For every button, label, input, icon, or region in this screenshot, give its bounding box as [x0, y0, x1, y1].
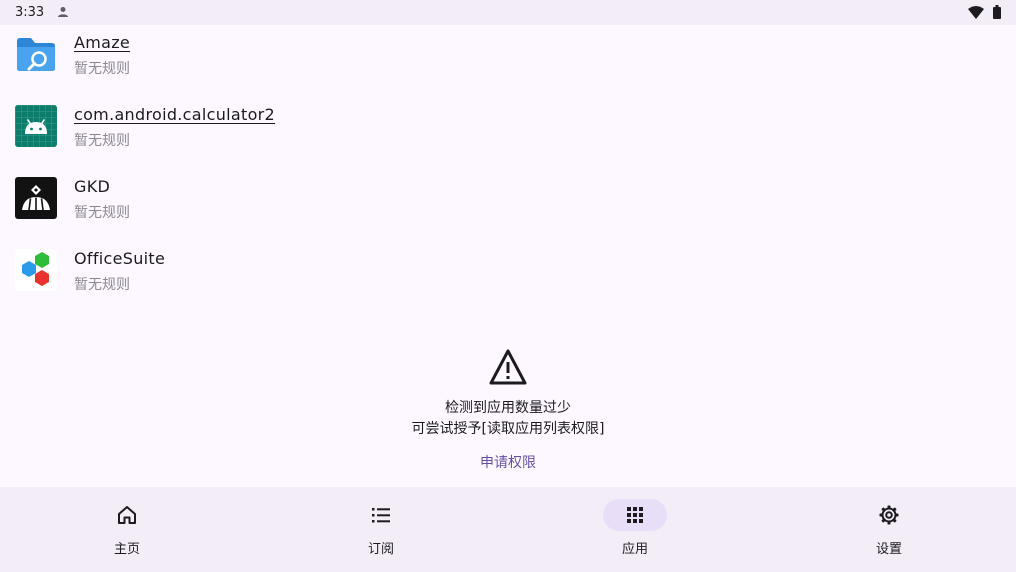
status-time: 3:33 — [15, 5, 45, 20]
app-item-officesuite[interactable]: OfficeSuite 暂无规则 — [0, 241, 1016, 313]
warning-hint: 可尝试授予[读取应用列表权限] — [411, 421, 605, 437]
app-rule-status: 暂无规则 — [74, 277, 130, 293]
nav-item-settings[interactable]: 设置 — [762, 487, 1016, 572]
bottom-navigation: 主页 订阅 应用 设置 — [0, 487, 1016, 572]
nav-label: 应用 — [621, 542, 648, 557]
request-permission-button[interactable]: 申请权限 — [458, 449, 558, 477]
nav-label: 主页 — [113, 542, 140, 557]
gear-icon — [877, 503, 901, 527]
app-name: OfficeSuite — [74, 249, 166, 268]
nav-label: 订阅 — [367, 542, 394, 557]
nav-item-home[interactable]: 主页 — [0, 487, 254, 572]
app-item-amaze[interactable]: Amaze 暂无规则 — [0, 25, 1016, 97]
app-rule-status: 暂无规则 — [74, 61, 130, 77]
app-rule-status: 暂无规则 — [74, 205, 130, 221]
battery-icon — [993, 5, 1001, 23]
list-icon — [369, 503, 393, 527]
grid-icon — [623, 503, 647, 527]
nav-item-apps[interactable]: 应用 — [508, 487, 762, 572]
app-item-calculator2[interactable]: com.android.calculator2 暂无规则 — [0, 97, 1016, 169]
warning-message: 检测到应用数量过少 — [445, 400, 571, 416]
wifi-icon — [968, 6, 984, 23]
nav-item-subscriptions[interactable]: 订阅 — [254, 487, 508, 572]
gkd-app-icon — [15, 177, 57, 219]
warning-triangle-icon — [488, 348, 528, 390]
app-name: Amaze — [74, 33, 131, 52]
user-icon — [57, 6, 69, 22]
android-robot-icon — [15, 105, 57, 147]
amaze-folder-icon — [15, 33, 57, 75]
app-name: com.android.calculator2 — [74, 105, 276, 124]
app-item-gkd[interactable]: GKD 暂无规则 — [0, 169, 1016, 241]
app-rule-status: 暂无规则 — [74, 133, 130, 149]
officesuite-hexagon-icon — [15, 249, 57, 291]
home-icon — [115, 503, 139, 527]
nav-label: 设置 — [875, 542, 902, 557]
app-name: GKD — [74, 177, 111, 196]
status-bar: 3:33 — [0, 0, 1016, 25]
